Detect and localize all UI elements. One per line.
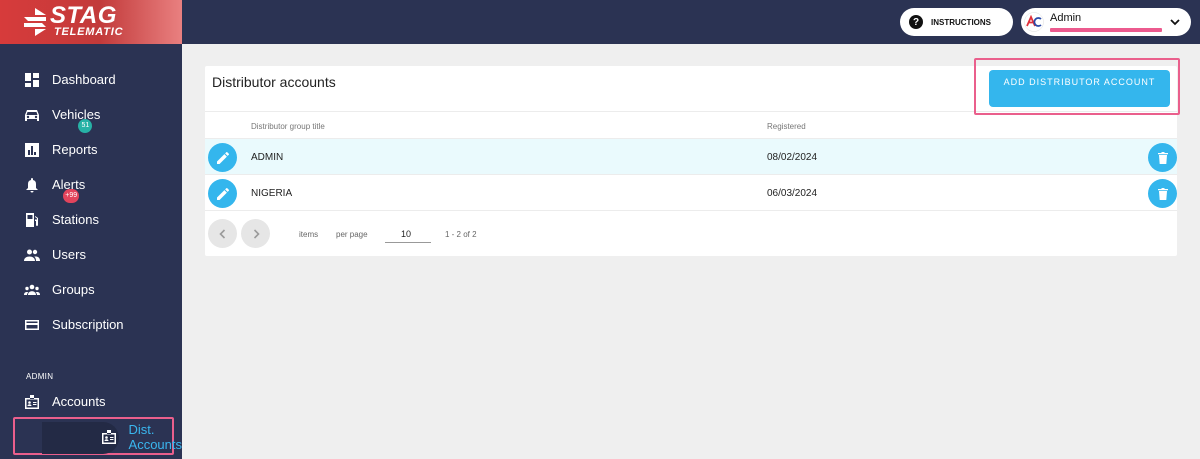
bell-icon [24, 177, 40, 193]
credit-card-icon [24, 317, 40, 333]
sidebar-item-label: Dashboard [52, 72, 116, 87]
redacted-subtext [1050, 28, 1162, 32]
instructions-button[interactable]: ? INSTRUCTIONS [900, 8, 1013, 36]
cell-registered: 08/02/2024 [767, 152, 818, 163]
bar-chart-icon [24, 142, 40, 158]
instructions-label: INSTRUCTIONS [931, 17, 991, 27]
stag-logo-icon [24, 8, 46, 36]
highlight-annotation-add-button [974, 58, 1180, 115]
dashboard-icon [24, 72, 40, 88]
main-nav: Dashboard Vehicles 51 Reports Alerts +99 [0, 62, 182, 342]
sidebar-item-vehicles[interactable]: Vehicles 51 [0, 97, 182, 133]
sidebar-item-label: Accounts [52, 394, 106, 409]
user-name: Admin [1050, 12, 1082, 24]
admin-section-label: ADMIN [26, 372, 54, 381]
chevron-down-icon [1170, 19, 1180, 26]
sidebar-item-label: Reports [52, 142, 98, 157]
sidebar-item-label: Groups [52, 282, 95, 297]
sidebar-item-label: Stations [52, 212, 99, 227]
sidebar-item-label: Users [52, 247, 86, 262]
sidebar-item-label: Vehicles [52, 107, 101, 122]
logo-text: STAG [50, 2, 117, 29]
groups-icon [24, 282, 40, 298]
sidebar-item-label: Dist. Accounts [128, 421, 183, 452]
car-icon [24, 107, 40, 123]
user-menu-button[interactable]: Admin [1021, 8, 1191, 36]
page-range-text: 1 - 2 of 2 [445, 230, 477, 239]
table-row[interactable]: ADMIN 08/02/2024 [205, 139, 1177, 175]
help-icon: ? [909, 15, 923, 29]
previous-page-button[interactable] [208, 219, 237, 248]
users-icon [24, 247, 40, 263]
table-row[interactable]: NIGERIA 06/03/2024 [205, 175, 1177, 211]
account-card-icon [24, 394, 40, 410]
sidebar-item-users[interactable]: Users [0, 237, 182, 272]
pencil-icon [216, 151, 229, 164]
chevron-right-icon [253, 228, 260, 239]
sidebar-item-groups[interactable]: Groups [0, 272, 182, 307]
delete-button[interactable] [1148, 143, 1177, 172]
cell-group-title: ADMIN [251, 152, 284, 163]
edit-button[interactable] [208, 143, 237, 172]
company-logo-icon [1024, 12, 1044, 32]
chevron-left-icon [218, 228, 225, 239]
distributor-table: Distributor group title Registered ADMIN… [205, 111, 1177, 211]
column-header-title[interactable]: Distributor group title [251, 122, 325, 131]
table-header: Distributor group title Registered [205, 111, 1177, 139]
pagination: items per page 1 - 2 of 2 [205, 218, 1177, 248]
per-page-input[interactable] [385, 225, 431, 243]
logo-subtext: TELEMATIC [54, 26, 124, 38]
fuel-station-icon [24, 212, 40, 228]
next-page-button[interactable] [241, 219, 270, 248]
sidebar-item-dashboard[interactable]: Dashboard [0, 62, 182, 97]
delete-button[interactable] [1148, 179, 1177, 208]
trash-icon [1157, 151, 1168, 164]
pencil-icon [216, 187, 229, 200]
sidebar-item-label: Subscription [52, 317, 124, 332]
trash-icon [1157, 187, 1168, 200]
sidebar-item-subscription[interactable]: Subscription [0, 307, 182, 342]
items-label: items [299, 230, 319, 239]
account-card-icon [101, 429, 117, 445]
top-bar: ? INSTRUCTIONS Admin [182, 0, 1200, 44]
vehicles-count-badge: 51 [78, 118, 93, 133]
per-page-label: per page [336, 230, 368, 239]
cell-registered: 06/03/2024 [767, 188, 818, 199]
brand-logo[interactable]: STAG TELEMATIC [0, 0, 182, 44]
cell-group-title: NIGERIA [251, 188, 293, 199]
edit-button[interactable] [208, 179, 237, 208]
sidebar-item-accounts[interactable]: Accounts [0, 384, 182, 419]
page-title: Distributor accounts [212, 74, 336, 90]
column-header-registered[interactable]: Registered [767, 122, 806, 131]
alerts-count-badge: +99 [63, 188, 80, 203]
sidebar-item-alerts[interactable]: Alerts +99 [0, 167, 182, 203]
sidebar-item-stations[interactable]: Stations [0, 202, 182, 237]
sidebar: STAG TELEMATIC Dashboard Vehicles 51 Rep… [0, 0, 182, 459]
sidebar-item-reports[interactable]: Reports [0, 132, 182, 167]
